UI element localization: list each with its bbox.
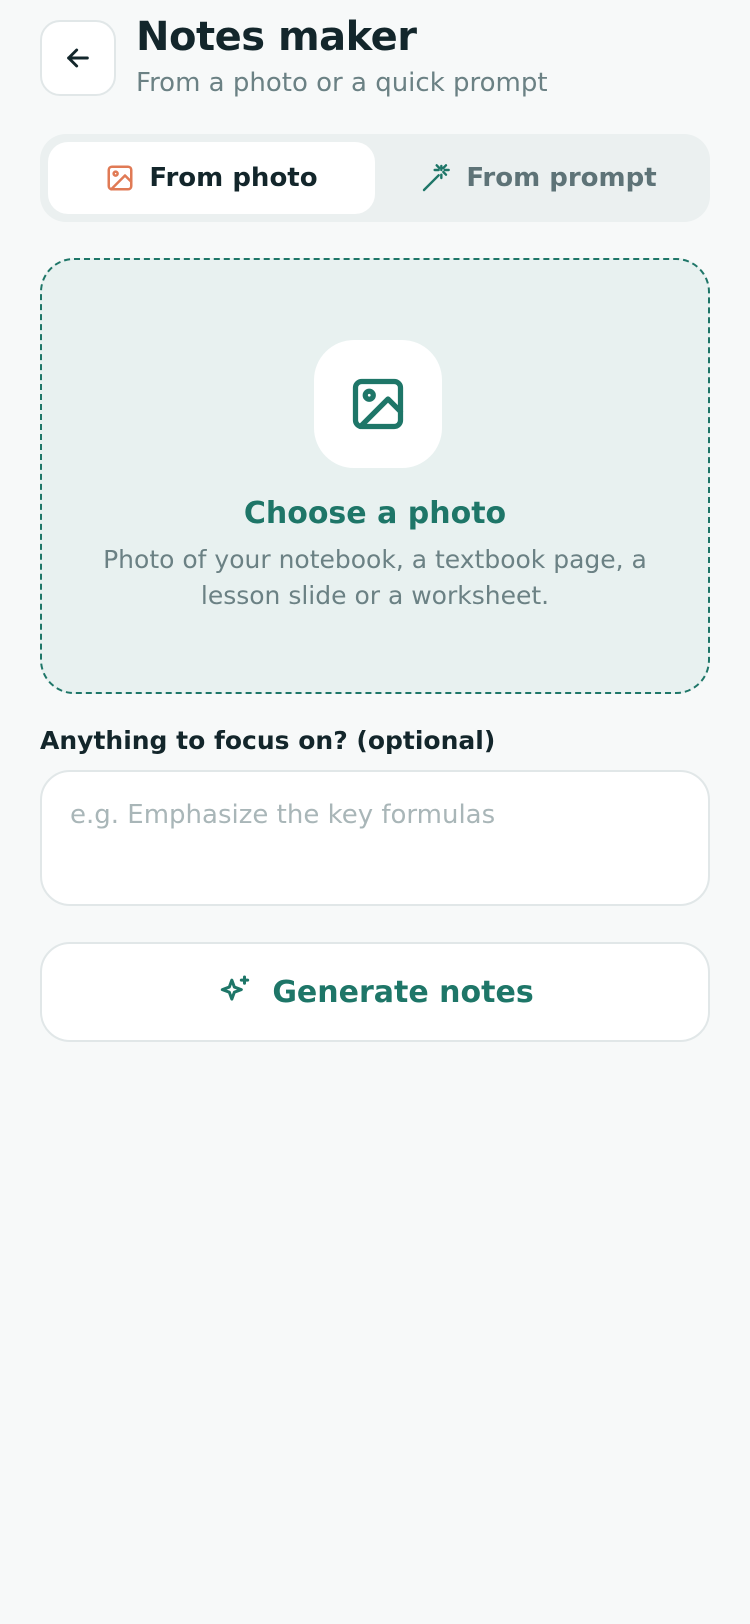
- focus-input[interactable]: [40, 770, 710, 906]
- arrow-left-icon: [62, 42, 94, 74]
- focus-label: Anything to focus on? (optional): [40, 726, 496, 755]
- page-subtitle: From a photo or a quick prompt: [136, 68, 548, 98]
- image-icon: [105, 163, 135, 193]
- back-button[interactable]: [40, 20, 116, 96]
- magic-wand-icon: [420, 162, 452, 194]
- generate-notes-button[interactable]: Generate notes: [40, 942, 710, 1042]
- sparkle-icon: [216, 973, 254, 1011]
- page-title: Notes maker: [136, 14, 417, 60]
- generate-notes-label: Generate notes: [272, 974, 534, 1010]
- tab-from-prompt[interactable]: From prompt: [375, 142, 702, 214]
- image-icon: [348, 374, 408, 434]
- tab-from-prompt-label: From prompt: [466, 163, 657, 193]
- choose-photo-title: Choose a photo: [243, 496, 507, 531]
- source-toggle: From photo From prompt: [40, 134, 710, 222]
- photo-dropzone[interactable]: Choose a photo Photo of your notebook, a…: [40, 258, 710, 694]
- notes-maker-screen: Notes maker From a photo or a quick prom…: [0, 0, 750, 1624]
- tab-from-photo-label: From photo: [149, 163, 318, 193]
- tab-from-photo[interactable]: From photo: [48, 142, 375, 214]
- choose-photo-description: Photo of your notebook, a textbook page,…: [103, 545, 647, 610]
- photo-badge: [314, 340, 442, 468]
